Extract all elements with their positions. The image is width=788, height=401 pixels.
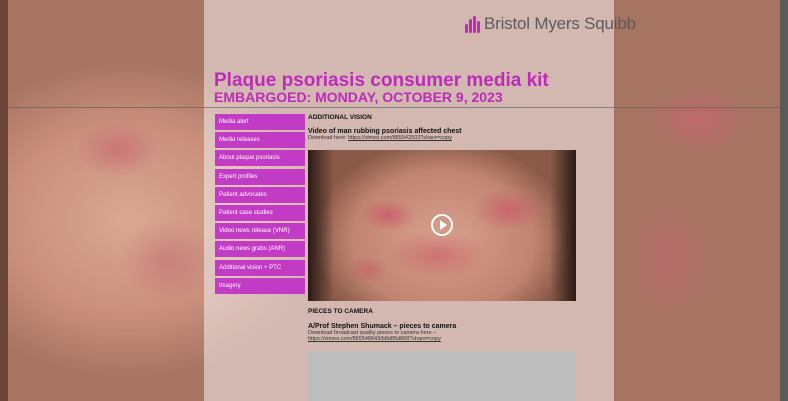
background-edge-right xyxy=(780,0,788,401)
brand-logo[interactable]: Bristol Myers Squibb xyxy=(464,14,636,34)
sidebar-nav: Media alert Media releases About plaque … xyxy=(215,114,305,296)
brand-name: Bristol Myers Squibb xyxy=(484,14,636,33)
section-heading: PIECES TO CAMERA xyxy=(308,308,373,315)
additional-vision-section: ADDITIONAL VISION Video of man rubbing p… xyxy=(308,114,578,141)
download-line: Download here: https://vimeo.com/8655425… xyxy=(308,135,578,141)
sidebar-item-about-plaque-psoriasis[interactable]: About plaque psoriasis xyxy=(215,150,305,167)
play-icon[interactable] xyxy=(431,214,453,236)
download-link[interactable]: https://vimeo.com/865548643/b8d86d868?sh… xyxy=(308,336,441,342)
bms-brand-mark-icon xyxy=(464,15,480,33)
video-title: A/Prof Stephen Shumack – pieces to camer… xyxy=(308,323,457,330)
video-player-placeholder[interactable] xyxy=(308,351,576,401)
pieces-to-camera-section: PIECES TO CAMERA A/Prof Stephen Shumack … xyxy=(308,308,578,342)
sidebar-item-additional-vision-ptc[interactable]: Additional vision + PTC xyxy=(215,259,305,276)
header-divider xyxy=(8,107,780,108)
download-link[interactable]: https://vimeo.com/865542503?share=copy xyxy=(348,135,452,141)
sidebar-item-expert-profiles[interactable]: Expert profiles xyxy=(215,168,305,185)
sidebar-item-media-alert[interactable]: Media alert xyxy=(215,114,305,130)
sidebar-item-imagery[interactable]: Imagery xyxy=(215,277,305,294)
video-player[interactable] xyxy=(308,150,576,301)
sidebar-item-patient-case-studies[interactable]: Patient case studies xyxy=(215,204,305,221)
download-prefix: Download here: xyxy=(308,135,349,141)
video-title: Video of man rubbing psoriasis affected … xyxy=(308,128,462,135)
sidebar-item-patient-advocates[interactable]: Patient advocates xyxy=(215,186,305,203)
background-edge-left xyxy=(0,0,8,401)
sidebar-item-vnr[interactable]: Video news release (VNR) xyxy=(215,223,305,240)
sidebar-item-media-releases[interactable]: Media releases xyxy=(215,132,305,149)
sidebar-item-anr[interactable]: Audio news grabs (ANR) xyxy=(215,241,305,258)
page-subtitle: EMBARGOED: MONDAY, OCTOBER 9, 2023 xyxy=(214,89,503,105)
section-heading: ADDITIONAL VISION xyxy=(308,114,372,121)
